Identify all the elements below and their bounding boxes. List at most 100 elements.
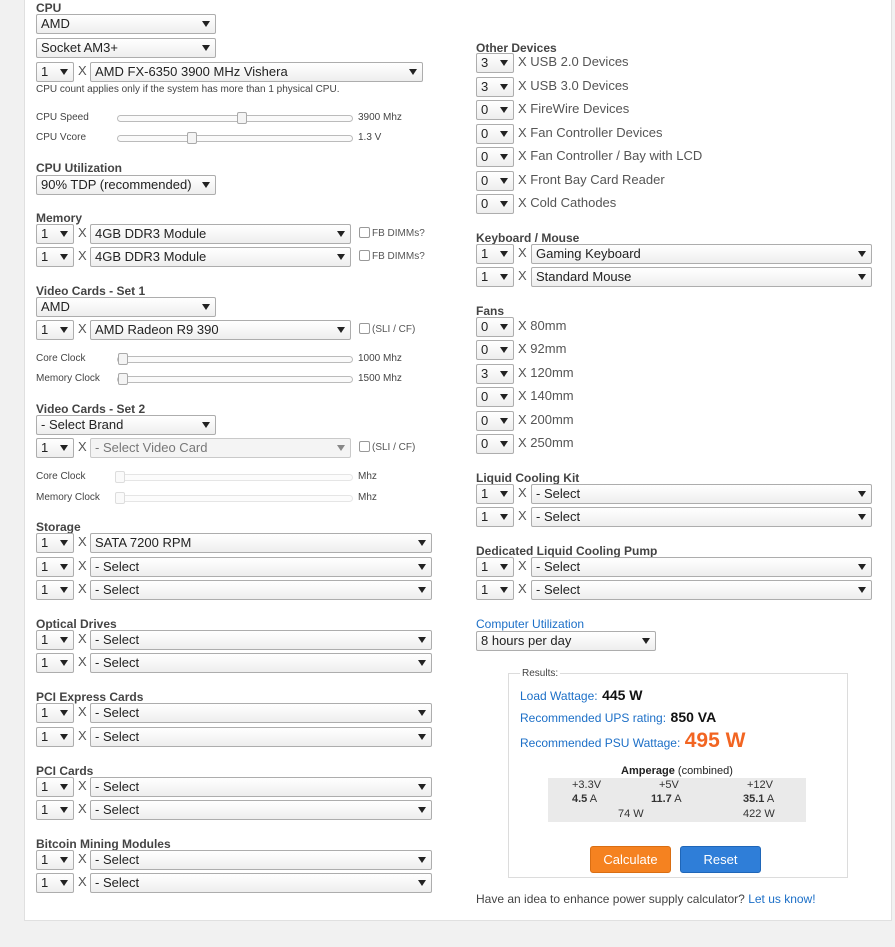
video-set1-count-select[interactable]: 1 (36, 320, 74, 340)
pci-card-select[interactable]: - Select (90, 800, 432, 820)
cpu-vcore-slider[interactable] (117, 132, 353, 144)
chevron-down-icon (337, 254, 345, 260)
memory-clock-slider[interactable] (115, 492, 353, 504)
cpu-heading: CPU (36, 1, 62, 15)
fan-controller-count-select[interactable]: 0 (476, 124, 514, 144)
video-set2-card-select[interactable]: - Select Video Card (90, 438, 351, 458)
memory-clock-slider[interactable] (117, 373, 353, 385)
pcie-count-select[interactable]: 1 (36, 703, 74, 723)
fan-120mm-count-select[interactable]: 3 (476, 364, 514, 384)
cpu-count-select[interactable]: 1 (36, 62, 74, 82)
slider-thumb[interactable] (115, 471, 125, 483)
memory-count-select[interactable]: 1 (36, 224, 74, 244)
video-set2-count-select[interactable]: 1 (36, 438, 74, 458)
calculate-button[interactable]: Calculate (590, 846, 671, 873)
optical-count-value: 1 (41, 632, 49, 647)
storage-count-select[interactable]: 1 (36, 557, 74, 577)
fb-dimms-checkbox[interactable] (359, 227, 370, 238)
cpu-socket-select[interactable]: Socket AM3+ (36, 38, 216, 58)
mouse-type-select[interactable]: Standard Mouse (531, 267, 872, 287)
pump-count-select[interactable]: 1 (476, 580, 514, 600)
usb2-count-select[interactable]: 3 (476, 53, 514, 73)
keyboard-type-select[interactable]: Gaming Keyboard (531, 244, 872, 264)
fan-lcd-count-select[interactable]: 0 (476, 147, 514, 167)
video-set2-brand-select[interactable]: - Select Brand (36, 415, 216, 435)
computer-utilization-select[interactable]: 8 hours per day (476, 631, 656, 651)
slider-thumb[interactable] (118, 373, 128, 385)
slider-thumb[interactable] (236, 112, 247, 124)
fb-dimms-checkbox[interactable] (359, 250, 370, 261)
multiply-sign: X (78, 851, 87, 866)
slider-thumb[interactable] (118, 353, 128, 365)
cold-cathodes-count-select[interactable]: 0 (476, 194, 514, 214)
storage-count-select[interactable]: 1 (36, 533, 74, 553)
liquid-kit-count-select[interactable]: 1 (476, 484, 514, 504)
fan-80mm-count-select[interactable]: 0 (476, 317, 514, 337)
cpu-speed-slider[interactable] (117, 112, 353, 124)
bitcoin-module-select[interactable]: - Select (90, 850, 432, 870)
card-reader-count-select[interactable]: 0 (476, 171, 514, 191)
storage-count-select[interactable]: 1 (36, 580, 74, 600)
core-clock-slider[interactable] (117, 353, 353, 365)
pcie-card-select[interactable]: - Select (90, 727, 432, 747)
optical-type-select[interactable]: - Select (90, 653, 432, 673)
video-set1-brand-select[interactable]: AMD (36, 297, 216, 317)
optical-count-select[interactable]: 1 (36, 630, 74, 650)
chevron-down-icon (858, 514, 866, 520)
storage-type-select[interactable]: SATA 7200 RPM (90, 533, 432, 553)
slider-thumb[interactable] (187, 132, 198, 144)
liquid-kit-count-value: 1 (481, 509, 489, 524)
usb2-label: X USB 2.0 Devices (518, 54, 629, 69)
reset-button[interactable]: Reset (680, 846, 761, 873)
sli-cf-checkbox[interactable] (359, 441, 370, 452)
load-wattage-value: 445 W (602, 687, 643, 703)
optical-count-select[interactable]: 1 (36, 653, 74, 673)
cpu-model-select[interactable]: AMD FX-6350 3900 MHz Vishera (90, 62, 423, 82)
usb3-count-select[interactable]: 3 (476, 77, 514, 97)
storage-type-select[interactable]: - Select (90, 580, 432, 600)
fan-200mm-count-select[interactable]: 0 (476, 411, 514, 431)
fan-250mm-count-select[interactable]: 0 (476, 434, 514, 454)
liquid-kit-type-select[interactable]: - Select (531, 507, 872, 527)
liquid-kit-type-select[interactable]: - Select (531, 484, 872, 504)
pcie-count-select[interactable]: 1 (36, 727, 74, 747)
bitcoin-module-select[interactable]: - Select (90, 873, 432, 893)
storage-type-value: - Select (95, 559, 140, 574)
mouse-count-select[interactable]: 1 (476, 267, 514, 287)
memory-module-select[interactable]: 4GB DDR3 Module (90, 224, 351, 244)
pcie-card-value: - Select (95, 705, 140, 720)
liquid-kit-count-select[interactable]: 1 (476, 507, 514, 527)
pci-card-select[interactable]: - Select (90, 777, 432, 797)
chevron-down-icon (500, 394, 508, 400)
pump-type-select[interactable]: - Select (531, 580, 872, 600)
cpu-utilization-select[interactable]: 90% TDP (recommended) (36, 175, 216, 195)
optical-type-select[interactable]: - Select (90, 630, 432, 650)
pcie-card-select[interactable]: - Select (90, 703, 432, 723)
cpu-brand-select[interactable]: AMD (36, 14, 216, 34)
keyboard-count-select[interactable]: 1 (476, 244, 514, 264)
feedback-link[interactable]: Let us know! (748, 892, 815, 906)
sli-cf-checkbox[interactable] (359, 323, 370, 334)
fan-92mm-count-select[interactable]: 0 (476, 340, 514, 360)
chevron-down-icon (418, 710, 426, 716)
core-clock-slider[interactable] (115, 471, 353, 483)
chevron-down-icon (500, 324, 508, 330)
memory-module-select[interactable]: 4GB DDR3 Module (90, 247, 351, 267)
pump-count-select[interactable]: 1 (476, 557, 514, 577)
amp-unit: A (766, 793, 775, 805)
slider-thumb[interactable] (115, 492, 125, 504)
pump-type-select[interactable]: - Select (531, 557, 872, 577)
bitcoin-module-value: - Select (95, 852, 140, 867)
pci-count-select[interactable]: 1 (36, 777, 74, 797)
firewire-count-select[interactable]: 0 (476, 100, 514, 120)
video-set1-card-select[interactable]: AMD Radeon R9 390 (90, 320, 351, 340)
storage-type-select[interactable]: - Select (90, 557, 432, 577)
bitcoin-count-select[interactable]: 1 (36, 850, 74, 870)
pci-count-select[interactable]: 1 (36, 800, 74, 820)
memory-count-select[interactable]: 1 (36, 247, 74, 267)
amp-unit: A (589, 793, 598, 805)
chevron-down-icon (60, 231, 68, 237)
video-set2-brand-value: - Select Brand (41, 417, 124, 432)
fan-140mm-count-select[interactable]: 0 (476, 387, 514, 407)
bitcoin-count-select[interactable]: 1 (36, 873, 74, 893)
